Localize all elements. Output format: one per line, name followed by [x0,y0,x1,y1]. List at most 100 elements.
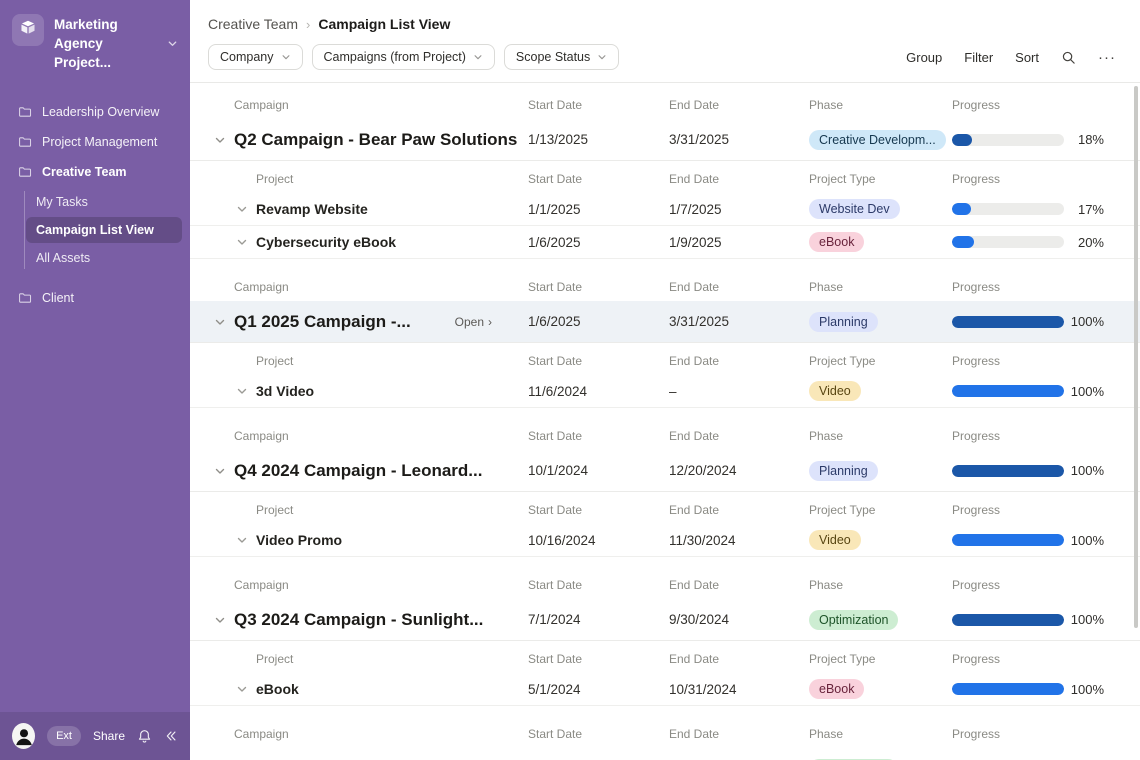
column-header: Project Type [809,503,952,517]
project-type-cell: Website Dev [809,199,952,219]
project-header-row: ProjectStart DateEnd DateProject TypePro… [190,347,1140,375]
progress-bar-fill [952,316,1064,328]
sidebar-item-project-management[interactable]: Project Management [8,129,182,155]
campaign-row[interactable]: Q3 2024 Campaign - Sunlight...7/1/20249/… [190,599,1140,641]
sidebar-item-label: Creative Team [42,165,127,179]
chevron-down-icon[interactable] [236,534,248,546]
sidebar: Marketing Agency Project... Leadership O… [0,0,190,760]
progress-percent: 100% [1064,384,1104,399]
project-row[interactable]: Revamp Website1/1/20251/7/2025Website De… [190,193,1140,226]
campaign-row[interactable]: Q2 Campaign - Bear Paw Solutions1/13/202… [190,119,1140,161]
open-button[interactable]: Open› [455,315,492,329]
filter-campaigns-from-project[interactable]: Campaigns (from Project) [312,44,495,70]
ext-badge[interactable]: Ext [47,726,81,746]
sidebar-item-label: Campaign List View [36,223,154,237]
project-header-row: ProjectStart DateEnd DateProject TypePro… [190,165,1140,193]
column-header: End Date [669,98,809,112]
project-row[interactable]: eBook5/1/202410/31/2024eBook100% [190,673,1140,706]
group-button[interactable]: Group [906,50,942,65]
campaign-section: CampaignStart DateEnd DatePhaseProgressQ… [190,422,1140,557]
collapse-sidebar-icon[interactable] [164,729,178,743]
start-date-cell: 1/13/2025 [528,132,669,147]
project-cell: 3d Video [214,383,528,399]
project-cell: eBook [214,681,528,697]
chevron-down-icon[interactable] [214,465,226,477]
more-icon[interactable]: ··· [1098,49,1116,66]
sidebar-nav: Leadership Overview Project Management Cre… [0,83,190,311]
column-header: Progress [952,578,1064,592]
project-type-cell: eBook [809,679,952,699]
phase-badge: Planning [809,312,878,332]
chevron-down-icon [473,52,483,62]
chevron-down-icon[interactable] [214,614,226,626]
sidebar-item-client[interactable]: Client [8,285,182,311]
campaign-cell: Q3 2024 Campaign - Sunlight... [214,610,528,630]
sidebar-item-all-assets[interactable]: All Assets [26,245,182,271]
campaign-row[interactable]: Q4 2024 Campaign - Galerprises12/1/20241… [190,748,1140,760]
phase-badge: Optimization [809,610,898,630]
campaign-header-row: CampaignStart DateEnd DatePhaseProgress [190,720,1140,748]
chevron-down-icon[interactable] [214,134,226,146]
sidebar-item-leadership-overview[interactable]: Leadership Overview [8,99,182,125]
chevron-down-icon[interactable] [236,683,248,695]
project-row[interactable]: 3d Video11/6/2024–Video100% [190,375,1140,408]
bell-icon[interactable] [137,729,152,744]
project-row[interactable]: Video Promo10/16/202411/30/2024Video100% [190,524,1140,557]
column-header: End Date [669,280,809,294]
phase-badge: Planning [809,461,878,481]
sidebar-item-campaign-list-view[interactable]: Campaign List View [26,217,182,243]
breadcrumb-parent[interactable]: Creative Team [208,16,298,32]
progress-bar [952,203,1064,215]
filter-button[interactable]: Filter [964,50,993,65]
start-date-cell: 7/1/2024 [528,612,669,627]
end-date-cell: 3/31/2025 [669,314,809,329]
column-header: Start Date [528,429,669,443]
avatar[interactable] [12,723,35,749]
progress-cell [952,614,1064,626]
progress-cell [952,385,1064,397]
progress-bar [952,134,1064,146]
vertical-scrollbar[interactable] [1134,86,1138,628]
project-name: Cybersecurity eBook [256,234,396,250]
folder-icon [18,291,32,305]
sidebar-footer: Ext Share [0,712,190,760]
progress-cell [952,203,1064,215]
campaign-row[interactable]: Q1 2025 Campaign -...Open›1/6/20253/31/2… [190,301,1140,343]
chevron-down-icon[interactable] [236,203,248,215]
column-header: Phase [809,280,952,294]
campaign-name: Q4 2024 Campaign - Leonard... [234,461,482,481]
sidebar-item-creative-team[interactable]: Creative Team [8,159,182,185]
sort-button[interactable]: Sort [1015,50,1039,65]
chevron-down-icon[interactable] [236,385,248,397]
column-header: Start Date [528,578,669,592]
campaign-header-row: CampaignStart DateEnd DatePhaseProgress [190,571,1140,599]
column-header: End Date [669,652,809,666]
workspace-switcher[interactable]: Marketing Agency Project... [0,0,190,83]
phase-cell: Planning [809,461,952,481]
search-icon[interactable] [1061,50,1076,65]
campaign-name: Q1 2025 Campaign -... [234,312,411,332]
progress-percent: 100% [1064,463,1104,478]
app-window: Marketing Agency Project... Leadership O… [0,0,1140,760]
sidebar-item-label: Client [42,291,74,305]
column-header: Start Date [528,503,669,517]
filter-scope-status[interactable]: Scope Status [504,44,619,70]
campaign-row[interactable]: Q4 2024 Campaign - Leonard...10/1/202412… [190,450,1140,492]
progress-bar-fill [952,203,971,215]
start-date-cell: 5/1/2024 [528,682,669,697]
project-name: Revamp Website [256,201,368,217]
column-header: Project Type [809,652,952,666]
chevron-down-icon[interactable] [236,236,248,248]
view-tools: Group Filter Sort ··· [906,49,1116,66]
sidebar-item-label: Leadership Overview [42,105,159,119]
column-header: Campaign [214,429,528,443]
start-date-cell: 1/1/2025 [528,202,669,217]
share-button[interactable]: Share [93,729,125,743]
project-row[interactable]: Cybersecurity eBook1/6/20251/9/2025eBook… [190,226,1140,259]
campaign-section: CampaignStart DateEnd DatePhaseProgressQ… [190,720,1140,760]
phase-cell: Planning [809,312,952,332]
column-header: Start Date [528,354,669,368]
filter-company[interactable]: Company [208,44,303,70]
chevron-down-icon[interactable] [214,316,226,328]
sidebar-item-my-tasks[interactable]: My Tasks [26,189,182,215]
